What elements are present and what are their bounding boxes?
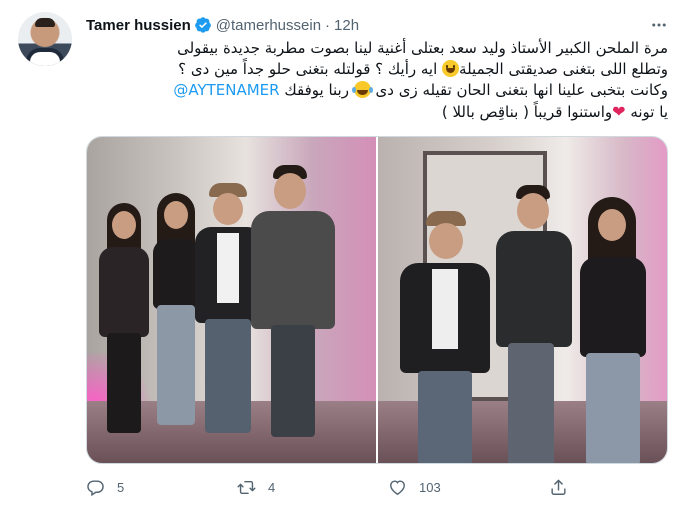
person-4-jeans bbox=[271, 325, 315, 437]
tweet[interactable]: Tamer hussien @tamerhussein · 12h مرة ال… bbox=[0, 0, 700, 508]
share-icon bbox=[551, 479, 566, 495]
red-heart-emoji-icon: ❤ bbox=[612, 102, 626, 121]
person-5 bbox=[396, 211, 492, 463]
mention-link[interactable]: @AYTENAMER bbox=[173, 81, 279, 99]
person-5-head bbox=[429, 223, 463, 259]
person-2-head bbox=[164, 201, 188, 229]
reply-icon bbox=[87, 479, 104, 496]
avatar[interactable] bbox=[18, 12, 72, 66]
person-3-head bbox=[213, 193, 243, 225]
verified-badge-icon bbox=[194, 17, 211, 33]
retweet-button[interactable]: 4 bbox=[237, 474, 275, 500]
retweet-icon bbox=[237, 480, 256, 494]
person-7-head bbox=[598, 209, 626, 241]
person-7-top bbox=[580, 257, 646, 357]
like-button[interactable]: 103 bbox=[388, 474, 441, 500]
tweet-line-1-text: مرة الملحن الكبير الأستاذ وليد سعد بعتلى… bbox=[177, 39, 668, 57]
tweet-line-3-text: وكانت بتخبى علينا انها بتغنى الحان تقيله… bbox=[375, 81, 668, 99]
share-button[interactable] bbox=[549, 474, 580, 500]
person-1-top bbox=[99, 247, 149, 337]
like-count: 103 bbox=[419, 479, 441, 495]
person-1-head bbox=[112, 211, 136, 239]
tweet-line-2b-text: وتطلع اللى بتغنى صديقتى الجميلة bbox=[459, 60, 668, 78]
person-4 bbox=[243, 165, 339, 445]
person-5-shirt bbox=[432, 269, 458, 349]
tweet-line-4: يا تونه ❤واستنوا قريباً ( بناقِص باللا ) bbox=[86, 101, 668, 123]
tweet-line-3: @AYTENAMER وكانت بتخبى علينا انها بتغنى … bbox=[86, 80, 668, 101]
person-7-jeans bbox=[586, 353, 640, 463]
avatar-shirt bbox=[26, 48, 64, 66]
display-name[interactable]: Tamer hussien bbox=[86, 17, 191, 34]
tweet-line-4-text: يا تونه bbox=[630, 103, 668, 121]
timestamp[interactable]: 12h bbox=[334, 17, 359, 34]
person-7 bbox=[570, 197, 656, 463]
tweet-actions: 5 4 103 bbox=[86, 474, 668, 500]
tweet-line-1: مرة الملحن الكبير الأستاذ وليد سعد بعتلى… bbox=[86, 38, 668, 59]
tweet-line-2a-text: ايه رأيك ؟ قولتله بتغنى حلو جداً مين دى … bbox=[178, 60, 438, 78]
reply-button[interactable]: 5 bbox=[86, 474, 124, 500]
tweet-header: Tamer hussien @tamerhussein · 12h bbox=[86, 14, 359, 36]
separator: · bbox=[325, 16, 331, 34]
person-4-jacket bbox=[251, 211, 335, 329]
photo-right[interactable] bbox=[378, 137, 667, 463]
person-5-jeans bbox=[418, 371, 472, 463]
more-options-icon[interactable] bbox=[646, 12, 672, 38]
person-6-head bbox=[517, 193, 549, 229]
more-dots-glyph bbox=[652, 23, 666, 27]
person-4-head bbox=[274, 173, 306, 209]
like-icon bbox=[390, 479, 405, 495]
tweet-line-2: وتطلع اللى بتغنى صديقتى الجميلة ايه رأيك… bbox=[86, 59, 668, 80]
media-grid bbox=[86, 136, 668, 464]
tears-of-joy-emoji-icon bbox=[351, 81, 371, 98]
tweet-text: مرة الملحن الكبير الأستاذ وليد سعد بعتلى… bbox=[86, 38, 668, 123]
person-6 bbox=[488, 185, 578, 463]
person-3-shirt bbox=[217, 233, 239, 303]
avatar-hair bbox=[35, 18, 55, 27]
person-1-legs bbox=[107, 333, 141, 433]
reply-count: 5 bbox=[117, 479, 125, 495]
photo-left[interactable] bbox=[87, 137, 376, 463]
person-2-jeans bbox=[157, 305, 195, 425]
person-6-jeans bbox=[508, 343, 554, 463]
person-6-jacket bbox=[496, 231, 572, 347]
handle[interactable]: @tamerhussein bbox=[216, 17, 321, 34]
tweet-line-3-end-text: ربنا يوفقك bbox=[284, 81, 349, 99]
tweet-line-4b-text: واستنوا قريباً ( بناقِص باللا ) bbox=[441, 103, 613, 121]
retweet-count: 4 bbox=[268, 479, 276, 495]
smiling-face-emoji-icon bbox=[442, 60, 460, 77]
